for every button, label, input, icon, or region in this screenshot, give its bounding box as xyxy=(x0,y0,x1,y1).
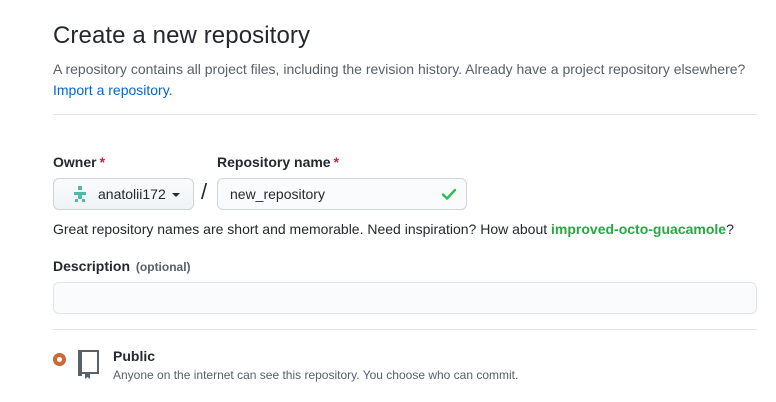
repository-name-value: new_repository xyxy=(230,186,325,202)
required-mark: * xyxy=(333,154,340,170)
divider xyxy=(53,114,757,115)
owner-dropdown[interactable]: anatolii172 xyxy=(53,178,194,210)
owner-value: anatolii172 xyxy=(98,186,166,202)
divider xyxy=(53,329,757,330)
page-subtitle: A repository contains all project files,… xyxy=(53,59,763,101)
owner-label-text: Owner xyxy=(53,154,97,170)
name-hint-suffix: ? xyxy=(726,221,734,237)
caret-down-icon xyxy=(171,193,180,197)
repository-name-label-text: Repository name xyxy=(217,154,331,170)
repository-name-input[interactable]: new_repository xyxy=(217,178,467,210)
owner-label: Owner * xyxy=(53,154,105,170)
public-title: Public xyxy=(113,348,156,364)
radio-dot xyxy=(57,357,62,362)
public-radio[interactable] xyxy=(53,353,66,366)
description-input[interactable] xyxy=(53,282,757,314)
name-hint: Great repository names are short and mem… xyxy=(53,221,734,237)
identicon-avatar-icon xyxy=(74,186,86,202)
suggested-name[interactable]: improved-octo-guacamole xyxy=(551,221,726,237)
owner-repo-separator: / xyxy=(201,179,208,204)
name-hint-text: Great repository names are short and mem… xyxy=(53,221,552,237)
required-mark: * xyxy=(99,154,106,170)
repo-icon xyxy=(78,350,99,379)
new-repository-page: Create a new repository A repository con… xyxy=(0,0,776,402)
subtitle-text: A repository contains all project files,… xyxy=(53,61,746,77)
check-icon xyxy=(441,188,457,200)
description-label: Description (optional) xyxy=(53,258,191,274)
optional-tag: (optional) xyxy=(135,260,191,274)
repository-name-label: Repository name * xyxy=(217,154,339,170)
import-repository-link[interactable]: Import a repository. xyxy=(53,82,173,98)
description-label-text: Description xyxy=(53,258,131,274)
public-description: Anyone on the internet can see this repo… xyxy=(113,368,519,382)
page-title: Create a new repository xyxy=(53,22,311,49)
